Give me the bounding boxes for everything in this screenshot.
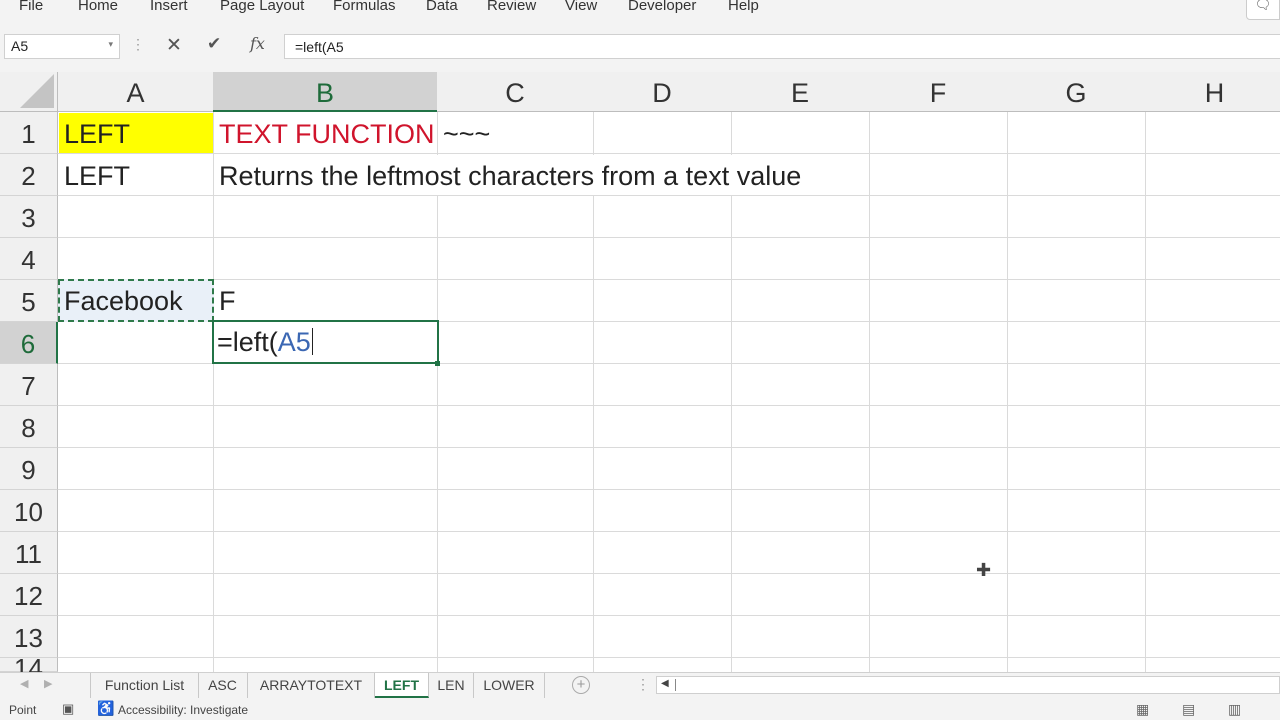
page-layout-view-icon[interactable]: ▤ xyxy=(1182,701,1195,718)
row-header-14[interactable]: 14 xyxy=(0,655,58,672)
gridline xyxy=(58,531,1280,532)
gridline xyxy=(58,153,1280,154)
column-header-h[interactable]: H xyxy=(1145,72,1280,112)
scrollbar-thumb[interactable] xyxy=(675,679,696,691)
chevron-down-icon[interactable]: ▾ xyxy=(108,39,113,50)
tab-data[interactable]: Data xyxy=(426,0,458,14)
accessibility-icon[interactable]: ♿ xyxy=(97,700,114,717)
enter-icon[interactable]: ✔ xyxy=(207,34,221,54)
tab-help[interactable]: Help xyxy=(728,0,759,14)
active-cell-b6[interactable]: =left(A5 xyxy=(212,320,439,364)
tab-file[interactable]: File xyxy=(19,0,43,14)
row-header-13[interactable]: 13 xyxy=(0,616,58,658)
fill-handle[interactable] xyxy=(435,361,440,366)
cell-a2[interactable]: LEFT xyxy=(59,155,130,195)
row-header-11[interactable]: 11 xyxy=(0,532,58,574)
column-header-g[interactable]: G xyxy=(1007,72,1146,112)
sheet-tab-bar: ◀ ▶ Function List ASC ARRAYTOTEXT LEFT L… xyxy=(0,672,1280,699)
scroll-tabs-left-icon[interactable]: ◀ xyxy=(20,677,28,690)
cell-b5[interactable]: F xyxy=(214,280,236,320)
horizontal-scrollbar[interactable]: ◀ xyxy=(656,676,1280,694)
sheet-tab-asc[interactable]: ASC xyxy=(198,673,248,698)
row-header-1[interactable]: 1 xyxy=(0,112,58,154)
scroll-tabs-right-icon[interactable]: ▶ xyxy=(44,677,52,690)
worksheet-grid[interactable]: A B C D E F G H 1 2 3 4 5 6 7 8 9 10 11 … xyxy=(0,72,1280,672)
add-sheet-icon[interactable]: + xyxy=(572,676,590,694)
row-header-4[interactable]: 4 xyxy=(0,238,58,280)
gridline xyxy=(437,112,438,672)
comments-icon[interactable]: 🗨 xyxy=(1246,0,1280,20)
tab-insert[interactable]: Insert xyxy=(150,0,188,14)
column-header-d[interactable]: D xyxy=(593,72,732,112)
status-bar: Point ▣ ♿ Accessibility: Investigate ▦ ▤… xyxy=(0,698,1280,720)
row-header-10[interactable]: 10 xyxy=(0,490,58,532)
formula-input[interactable]: =left(A5 xyxy=(284,34,1280,59)
insert-function-icon[interactable]: fx xyxy=(250,34,265,53)
gridline xyxy=(58,279,1280,280)
formula-bar: A5 ▾ ⋮ ✕ ✔ fx =left(A5 xyxy=(0,22,1280,72)
column-header-b[interactable]: B xyxy=(213,72,438,112)
gridline xyxy=(58,615,1280,616)
gridline xyxy=(58,489,1280,490)
column-header-e[interactable]: E xyxy=(731,72,870,112)
gridline xyxy=(213,112,214,672)
cell-b1[interactable]: TEXT FUNCTION xyxy=(214,113,435,153)
sheet-tab-arraytotext[interactable]: ARRAYTOTEXT xyxy=(248,673,375,698)
sheet-tab-left[interactable]: LEFT xyxy=(375,673,429,698)
row-header-5[interactable]: 5 xyxy=(0,280,58,322)
formula-text: =left( xyxy=(217,327,278,357)
row-header-6[interactable]: 6 xyxy=(0,322,58,364)
status-mode: Point xyxy=(9,703,37,717)
column-header-a[interactable]: A xyxy=(58,72,214,112)
tab-developer[interactable]: Developer xyxy=(628,0,696,14)
normal-view-icon[interactable]: ▦ xyxy=(1136,701,1149,718)
gridline xyxy=(1007,112,1008,672)
sheet-tab-len[interactable]: LEN xyxy=(429,673,474,698)
accessibility-status[interactable]: Accessibility: Investigate xyxy=(118,703,248,717)
macro-record-icon[interactable]: ▣ xyxy=(62,701,74,717)
more-tabs-icon[interactable]: ⋮ xyxy=(636,676,650,693)
column-header-f[interactable]: F xyxy=(869,72,1008,112)
ribbon-tabs: File Home Insert Page Layout Formulas Da… xyxy=(0,0,1280,22)
sheet-tab-lower[interactable]: LOWER xyxy=(474,673,545,698)
cell-cursor-icon: ✚ xyxy=(976,560,992,580)
row-header-2[interactable]: 2 xyxy=(0,154,58,196)
row-header-3[interactable]: 3 xyxy=(0,196,58,238)
gridline xyxy=(58,195,1280,196)
tab-view[interactable]: View xyxy=(565,0,597,14)
cell-a1[interactable]: LEFT xyxy=(59,113,213,153)
tab-review[interactable]: Review xyxy=(487,0,536,14)
gridline xyxy=(869,112,870,672)
row-header-12[interactable]: 12 xyxy=(0,574,58,616)
more-options-icon[interactable]: ⋮ xyxy=(131,36,145,53)
text-caret xyxy=(311,328,313,355)
row-header-9[interactable]: 9 xyxy=(0,448,58,490)
name-box[interactable]: A5 ▾ xyxy=(4,34,120,59)
gridline xyxy=(58,657,1280,658)
cell-b6-editor[interactable]: =left(A5 xyxy=(214,321,313,361)
tab-formulas[interactable]: Formulas xyxy=(333,0,396,14)
select-all-button[interactable] xyxy=(0,72,58,112)
formula-reference: A5 xyxy=(277,327,311,357)
column-header-c[interactable]: C xyxy=(437,72,594,112)
gridline xyxy=(731,112,732,672)
row-header-8[interactable]: 8 xyxy=(0,406,58,448)
row-header-7[interactable]: 7 xyxy=(0,364,58,406)
cancel-icon[interactable]: ✕ xyxy=(166,34,182,57)
page-break-view-icon[interactable]: ▥ xyxy=(1228,701,1241,718)
scroll-left-icon[interactable]: ◀ xyxy=(661,678,669,689)
gridline xyxy=(58,573,1280,574)
name-box-value: A5 xyxy=(11,38,29,54)
gridline xyxy=(1145,112,1146,672)
tab-home[interactable]: Home xyxy=(78,0,118,14)
tab-page-layout[interactable]: Page Layout xyxy=(220,0,304,14)
cell-b2[interactable]: Returns the leftmost characters from a t… xyxy=(214,155,802,195)
cell-a5[interactable]: Facebook xyxy=(59,280,183,320)
sheet-tab-function-list[interactable]: Function List xyxy=(90,673,199,698)
cell-c1[interactable]: ~~~ xyxy=(438,113,490,153)
gridline xyxy=(58,447,1280,448)
gridline xyxy=(58,237,1280,238)
gridline xyxy=(593,112,594,672)
gridline xyxy=(58,405,1280,406)
